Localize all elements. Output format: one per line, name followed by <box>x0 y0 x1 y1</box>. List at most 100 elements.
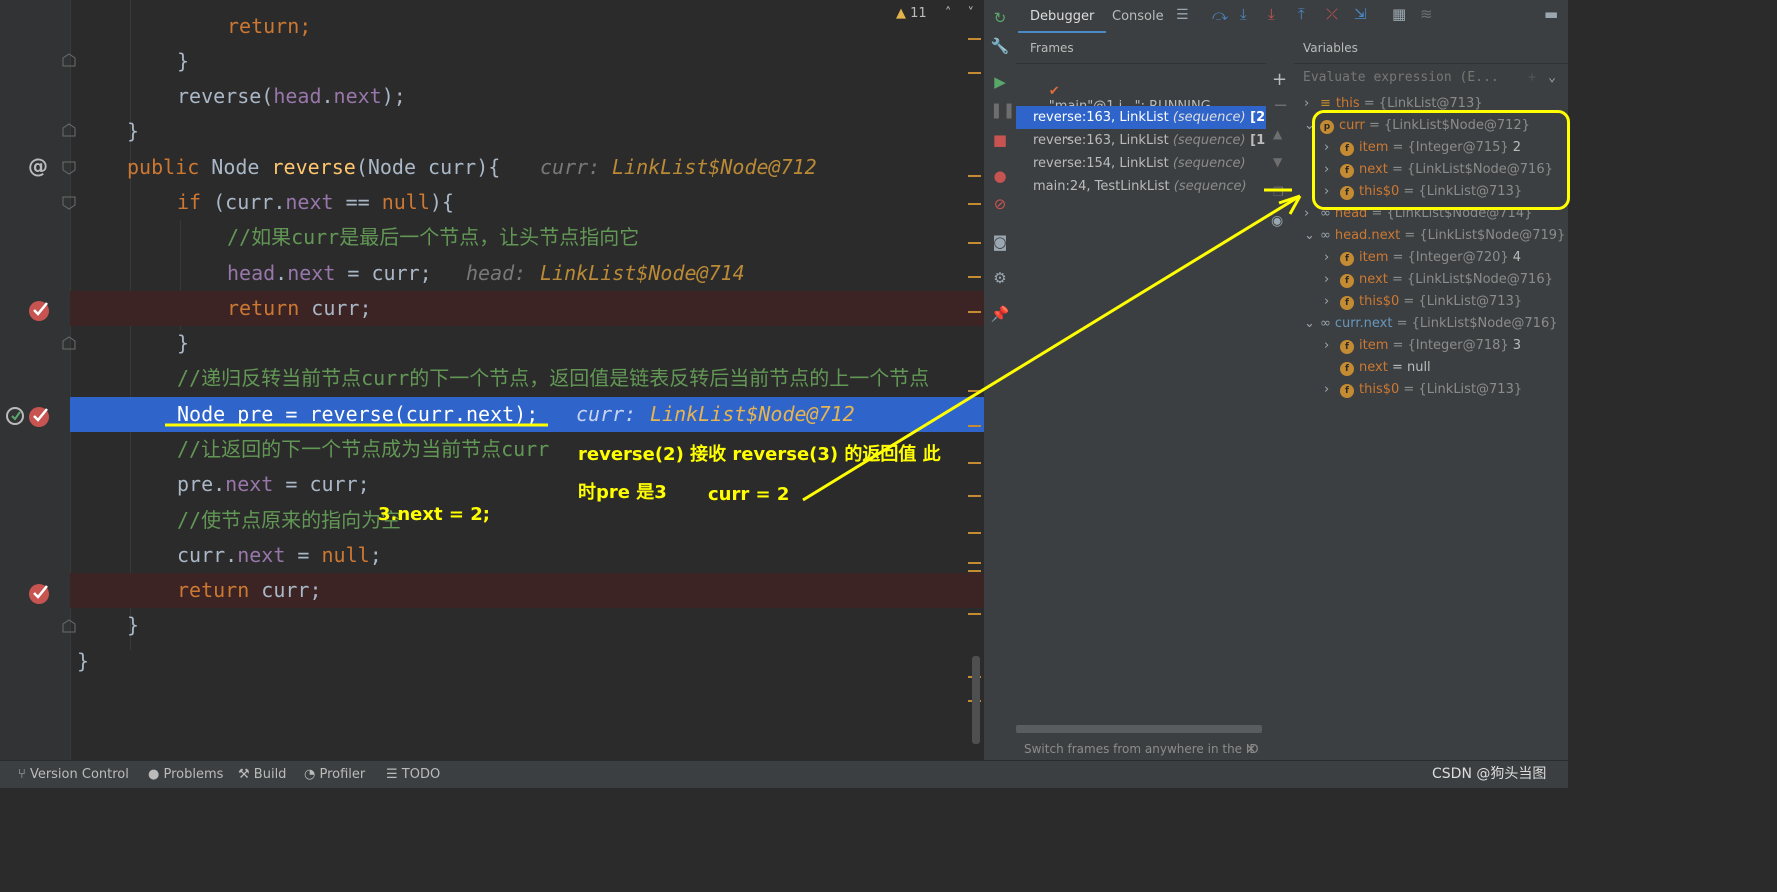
code-line[interactable]: return; <box>0 9 984 44</box>
tab-console[interactable]: Console <box>1100 0 1176 31</box>
code-line[interactable]: reverse(head.next); <box>0 79 984 114</box>
step-out-icon[interactable]: ⤒ <box>1298 5 1305 23</box>
scroll-marker[interactable] <box>968 175 981 177</box>
frame-item[interactable]: reverse:154, LinkList (sequence) <box>1016 152 1266 175</box>
scroll-marker[interactable] <box>968 242 981 244</box>
move-down-icon[interactable]: ▼ <box>1273 155 1282 169</box>
code-editor[interactable]: return;} reverse(head.next);} public Node … <box>0 0 984 760</box>
chevron-right-icon[interactable]: › <box>1304 203 1314 225</box>
code-line[interactable]: } <box>0 644 984 679</box>
stop-icon[interactable]: ■ <box>990 130 1010 150</box>
version-control-tab[interactable]: ⑂ Version Control <box>18 761 129 788</box>
mute-breakpoints-icon[interactable]: ⊘ <box>990 194 1010 214</box>
variable-row[interactable]: › f item = {Integer@720} 4 <box>1324 247 1521 269</box>
resume-icon[interactable]: ▶ <box>990 72 1010 92</box>
code-line[interactable]: return curr; <box>70 573 984 608</box>
fold-icon[interactable] <box>61 122 77 138</box>
todo-tab[interactable]: ☰ TODO <box>386 761 440 788</box>
scroll-marker[interactable] <box>968 532 981 534</box>
breakpoint-icon[interactable] <box>26 579 54 607</box>
wrench-icon[interactable]: 🔧 <box>990 36 1010 56</box>
variable-row[interactable]: › f this$0 = {LinkList@713} <box>1324 291 1522 313</box>
code-line[interactable]: pre.next = curr; <box>0 467 984 502</box>
gear-icon[interactable]: ⚙ <box>990 268 1010 288</box>
scroll-marker[interactable] <box>968 390 981 392</box>
add-icon[interactable]: + <box>1272 69 1287 90</box>
fold-icon[interactable] <box>61 52 77 68</box>
rerun-icon[interactable]: ↻ <box>990 8 1010 28</box>
layout-icon[interactable]: ☰ <box>1176 7 1189 23</box>
scroll-marker[interactable] <box>968 38 981 40</box>
chevron-down-icon[interactable]: ˅ <box>967 6 974 21</box>
close-icon[interactable]: ✕ <box>1246 738 1256 760</box>
pin-icon[interactable]: 📌 <box>990 304 1010 324</box>
fold-icon[interactable] <box>61 335 77 351</box>
code-line[interactable]: if (curr.next == null){ <box>0 185 984 220</box>
fold-icon[interactable] <box>61 160 77 176</box>
add-watch-icon[interactable]: + <box>1528 67 1536 89</box>
step-into-icon[interactable]: ⤓ <box>1240 5 1247 23</box>
evaluate-expression-input[interactable]: Evaluate expression (E... + ⌄ <box>1298 67 1564 89</box>
frame-item[interactable]: reverse:163, LinkList (sequence) [2] <box>1016 106 1271 129</box>
variable-row[interactable]: › f next = {LinkList$Node@716} <box>1324 269 1553 291</box>
scroll-marker[interactable] <box>968 562 981 564</box>
chevron-right-icon[interactable]: › <box>1324 247 1334 269</box>
camera-icon[interactable]: ◙ <box>990 232 1010 252</box>
profiler-tab[interactable]: ◔ Profiler <box>304 761 365 788</box>
code-line[interactable]: //如果curr是最后一个节点，让头节点指向它 <box>0 220 984 255</box>
tab-debugger[interactable]: Debugger <box>1018 0 1107 33</box>
code-line[interactable]: //递归反转当前节点curr的下一个节点，返回值是链表反转后当前节点的上一个节点 <box>0 361 984 396</box>
scroll-marker[interactable] <box>968 72 981 74</box>
chevron-down-icon[interactable]: ⌄ <box>1548 67 1556 89</box>
breakpoint-icon[interactable] <box>26 402 54 430</box>
force-step-into-icon[interactable]: ⤓ <box>1268 5 1275 23</box>
variable-row[interactable]: › f item = {Integer@718} 3 <box>1324 335 1521 357</box>
build-tab[interactable]: ⚒ Build <box>238 761 286 788</box>
scroll-marker[interactable] <box>968 311 981 313</box>
scroll-marker[interactable] <box>968 495 981 497</box>
code-line[interactable]: } <box>0 608 984 643</box>
drop-frame-icon[interactable]: ⤫ <box>1326 5 1338 23</box>
minimize-icon[interactable]: ▬ <box>1544 5 1558 23</box>
frame-item[interactable]: reverse:163, LinkList (sequence) [1] <box>1016 129 1271 152</box>
chevron-right-icon[interactable]: › <box>1324 379 1334 401</box>
chevron-up-icon[interactable]: ˄ <box>945 6 952 21</box>
chevron-right-icon[interactable]: › <box>1304 93 1314 115</box>
variable-row[interactable]: ⌄ ∞ curr.next = {LinkList$Node@716} <box>1304 313 1558 335</box>
code-line[interactable]: } <box>0 44 984 79</box>
remove-icon[interactable]: − <box>1273 95 1288 116</box>
chevron-down-icon[interactable]: ⌄ <box>1304 313 1315 335</box>
problems-tab[interactable]: ● Problems <box>148 761 223 788</box>
chevron-right-icon[interactable]: › <box>1324 335 1334 357</box>
duplicate-icon[interactable]: ❐ <box>1273 185 1284 199</box>
step-over-icon[interactable]: ⤼ <box>1212 6 1228 24</box>
scroll-marker[interactable] <box>968 276 981 278</box>
move-up-icon[interactable]: ▲ <box>1273 127 1282 141</box>
frame-item[interactable]: main:24, TestLinkList (sequence) <box>1016 175 1266 198</box>
fold-icon[interactable] <box>61 618 77 634</box>
editor-scrollbar-thumb[interactable] <box>972 656 980 744</box>
frames-hscroll[interactable] <box>1016 725 1262 733</box>
run-to-cursor-icon[interactable]: ⇲ <box>1354 5 1367 23</box>
chevron-down-icon[interactable]: ⌄ <box>1304 225 1315 247</box>
code-line[interactable]: return curr; <box>70 291 984 326</box>
code-line[interactable]: public Node reverse(Node curr){ <box>0 150 984 185</box>
code-line[interactable]: } <box>0 114 984 149</box>
pause-icon[interactable]: ❚❚ <box>990 100 1015 120</box>
scroll-marker[interactable] <box>968 570 981 572</box>
inspection-widget[interactable]: ▲ 11 ˄ ˅ <box>896 6 974 21</box>
trace-icon[interactable]: ≋ <box>1420 5 1433 23</box>
code-line[interactable]: } <box>0 326 984 361</box>
scroll-marker[interactable] <box>968 425 981 427</box>
scroll-marker[interactable] <box>968 462 981 464</box>
view-breakpoints-icon[interactable]: ● <box>990 166 1010 186</box>
variable-row[interactable]: f next = null <box>1324 357 1431 379</box>
evaluate-icon[interactable]: ▦ <box>1392 5 1406 23</box>
variable-row[interactable]: › f this$0 = {LinkList@713} <box>1324 379 1522 401</box>
breakpoint-icon[interactable] <box>26 296 54 324</box>
code-line[interactable]: //使节点原来的指向为空 <box>0 503 984 538</box>
eye-icon[interactable]: ◉ <box>1271 213 1283 229</box>
chevron-right-icon[interactable]: › <box>1324 269 1334 291</box>
chevron-right-icon[interactable]: › <box>1324 291 1334 313</box>
variable-row[interactable]: ⌄ ∞ head.next = {LinkList$Node@719} <box>1304 225 1565 247</box>
